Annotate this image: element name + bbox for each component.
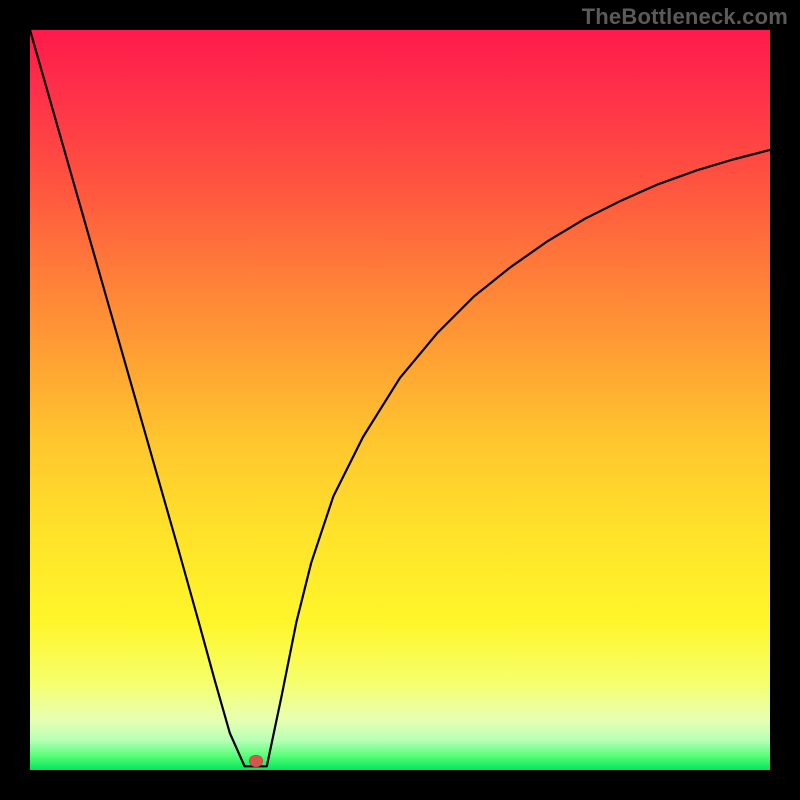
attribution-label: TheBottleneck.com — [582, 4, 788, 30]
bottleneck-curve — [30, 30, 770, 770]
optimum-marker-icon — [249, 755, 263, 767]
plot-area — [30, 30, 770, 770]
chart-frame: TheBottleneck.com — [0, 0, 800, 800]
